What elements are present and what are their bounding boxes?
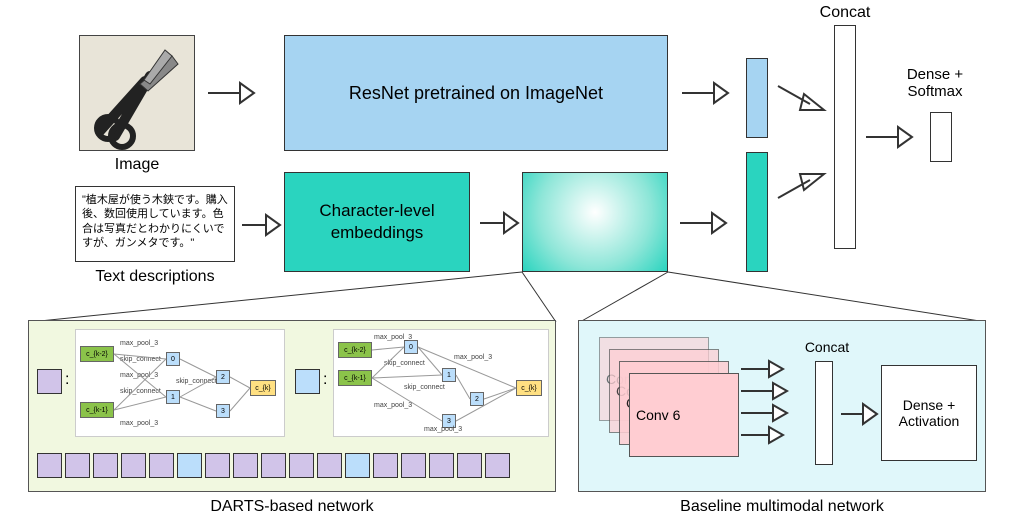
text-descriptions-box: "植木屋が使う木鋏です。購入後、数回使用しています。色合は写真だとわかりにくいで… — [75, 186, 235, 262]
cell-block — [289, 453, 314, 478]
cell-block — [93, 453, 118, 478]
cell-block — [205, 453, 230, 478]
cell-block — [149, 453, 174, 478]
arrow-bundle — [739, 351, 803, 451]
image-caption: Image — [79, 156, 195, 174]
dense-softmax-label: Dense + Softmax — [890, 66, 980, 100]
arrow-icon — [240, 210, 282, 240]
arrow-icon — [680, 78, 732, 108]
resnet-block: ResNet pretrained on ImageNet — [284, 35, 668, 151]
arrow-icon — [774, 80, 830, 116]
embeddings-label: Character-level embeddings — [285, 200, 469, 244]
text-feature-vector — [746, 152, 768, 272]
cell-block — [65, 453, 90, 478]
colon: : — [65, 371, 69, 389]
concat-bottom-label: Concat — [797, 339, 857, 355]
cell-block — [121, 453, 146, 478]
concat-bottom-vector — [815, 361, 833, 465]
darts-caption: DARTS-based network — [28, 498, 556, 516]
colon: : — [323, 371, 327, 389]
darts-cell-preview-purple — [37, 369, 62, 394]
cell-block — [317, 453, 342, 478]
darts-panel: : c_{k-2} c_{k-1} 0 1 2 3 c_{k} max_pool… — [28, 320, 556, 492]
conv-layer: Conv 6 — [629, 373, 739, 457]
cell-block — [485, 453, 510, 478]
text-encoder-block — [522, 172, 668, 272]
arrow-icon — [864, 122, 916, 152]
cell-block — [429, 453, 454, 478]
baseline-caption: Baseline multimodal network — [578, 498, 986, 516]
concat-top-label: Concat — [805, 4, 885, 22]
darts-block-sequence — [37, 453, 510, 478]
baseline-panel: Conv 3 Conv 4 Conv 5 Conv 6 Concat Dense… — [578, 320, 986, 492]
image-input — [79, 35, 195, 151]
output-vector — [930, 112, 952, 162]
arrow-icon — [678, 208, 730, 238]
cell-block — [373, 453, 398, 478]
arrow-icon — [774, 168, 830, 204]
cell-block — [261, 453, 286, 478]
dense-activation-label: Dense + Activation — [882, 397, 976, 429]
japanese-sample: "植木屋が使う木鋏です。購入後、数回使用しています。色合は写真だとわかりにくいで… — [82, 193, 228, 250]
concat-vector — [834, 25, 856, 249]
darts-cell-diagram-right: c_{k-2} c_{k-1} 0 1 2 3 c_{k} max_pool_3… — [333, 329, 549, 437]
embeddings-block: Character-level embeddings — [284, 172, 470, 272]
cell-block — [177, 453, 202, 478]
arrow-icon — [206, 78, 258, 108]
image-feature-vector — [746, 58, 768, 138]
cell-block — [345, 453, 370, 478]
cell-block — [37, 453, 62, 478]
darts-cell-preview-blue — [295, 369, 320, 394]
cell-block — [401, 453, 426, 478]
arrow-icon — [839, 399, 879, 429]
cell-block — [233, 453, 258, 478]
cell-block — [457, 453, 482, 478]
resnet-label: ResNet pretrained on ImageNet — [349, 83, 603, 104]
arrow-icon — [478, 208, 520, 238]
darts-cell-diagram-left: c_{k-2} c_{k-1} 0 1 2 3 c_{k} max_pool_3… — [75, 329, 285, 437]
dense-activation-block: Dense + Activation — [881, 365, 977, 461]
